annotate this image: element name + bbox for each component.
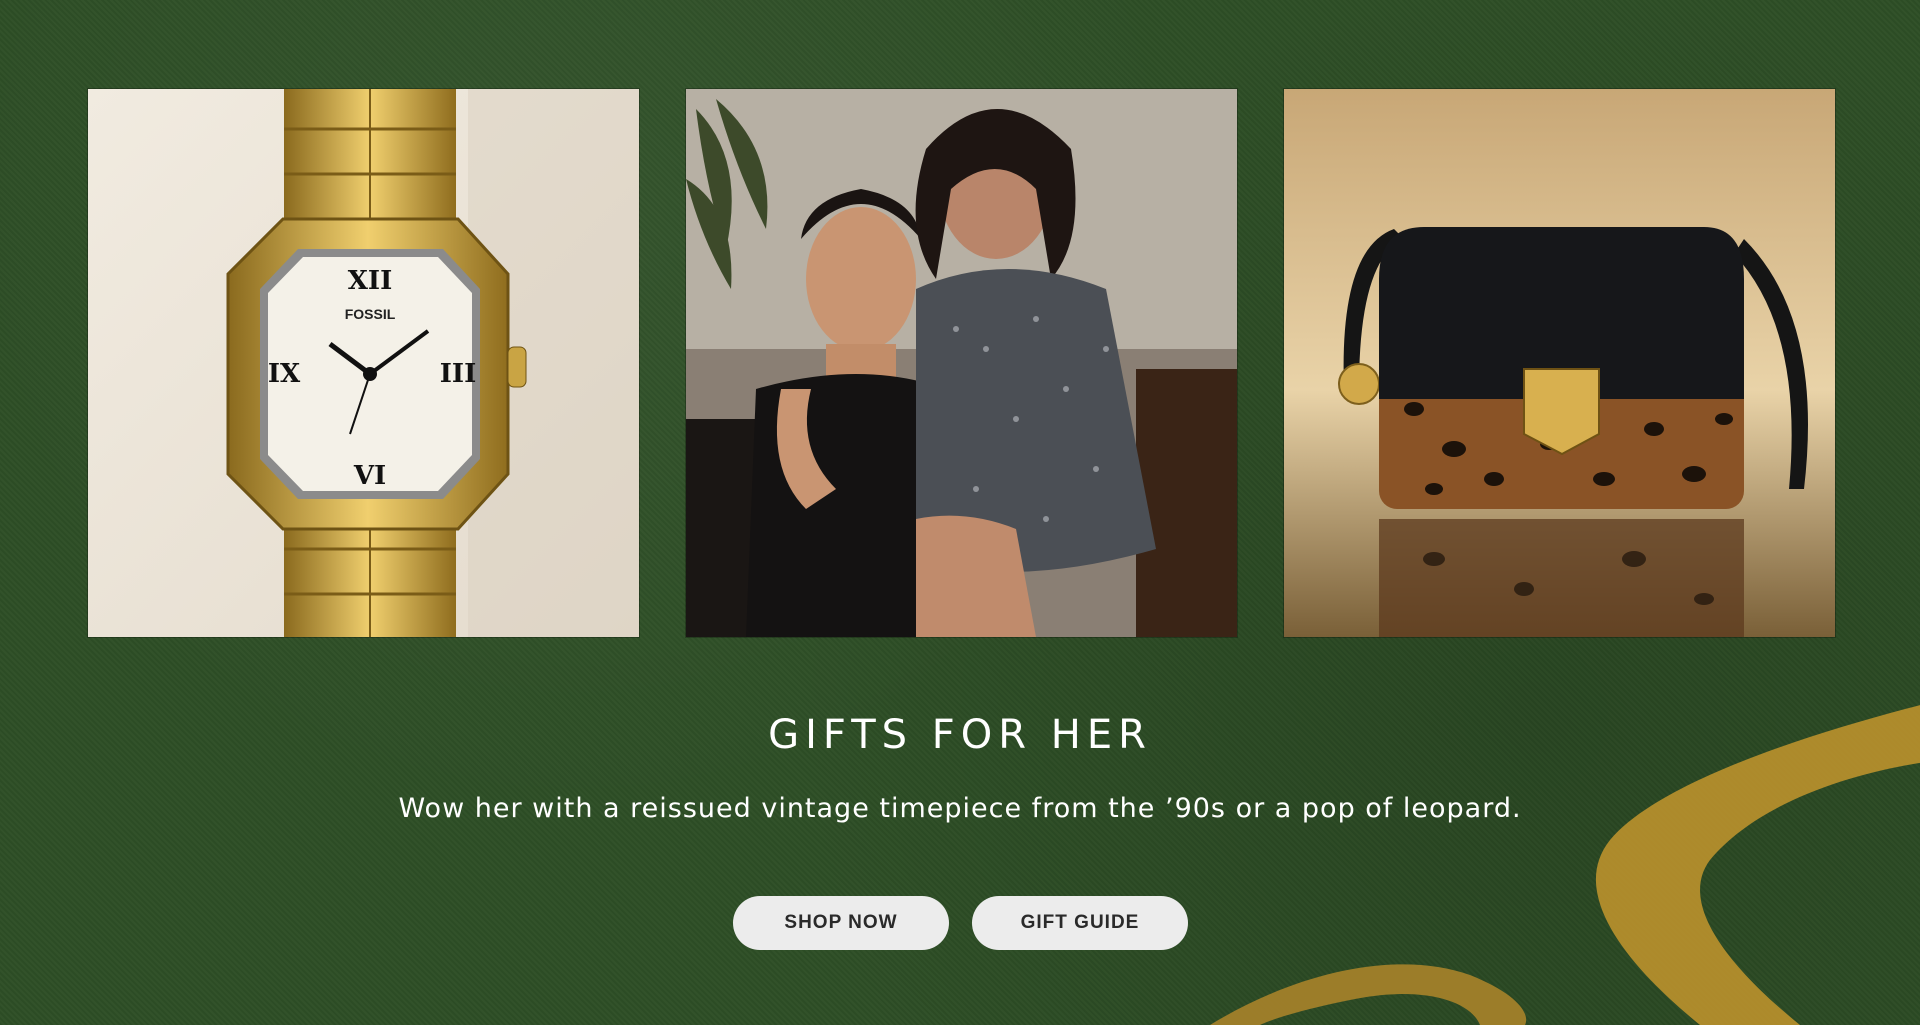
bag-illustration — [1284, 89, 1835, 637]
svg-text:VI: VI — [353, 461, 386, 491]
shop-now-button[interactable]: SHOP NOW — [733, 896, 949, 950]
dial-brand-text: FOSSIL — [345, 306, 396, 322]
watch-image[interactable]: FOSSIL XII III VI IX — [87, 88, 640, 638]
svg-text:III: III — [440, 359, 477, 389]
svg-text:IX: IX — [268, 359, 301, 389]
hero-subline: Wow her with a reissued vintage timepiec… — [398, 793, 1522, 824]
leopard-bag-image[interactable] — [1283, 88, 1836, 638]
models-illustration — [686, 89, 1237, 637]
watch-illustration: FOSSIL XII III VI IX — [88, 89, 639, 637]
models-photo[interactable] — [685, 88, 1238, 638]
svg-text:XII: XII — [348, 266, 393, 296]
gift-guide-button[interactable]: GIFT GUIDE — [972, 896, 1188, 950]
hero-headline: GIFTS FOR HER — [768, 712, 1152, 758]
